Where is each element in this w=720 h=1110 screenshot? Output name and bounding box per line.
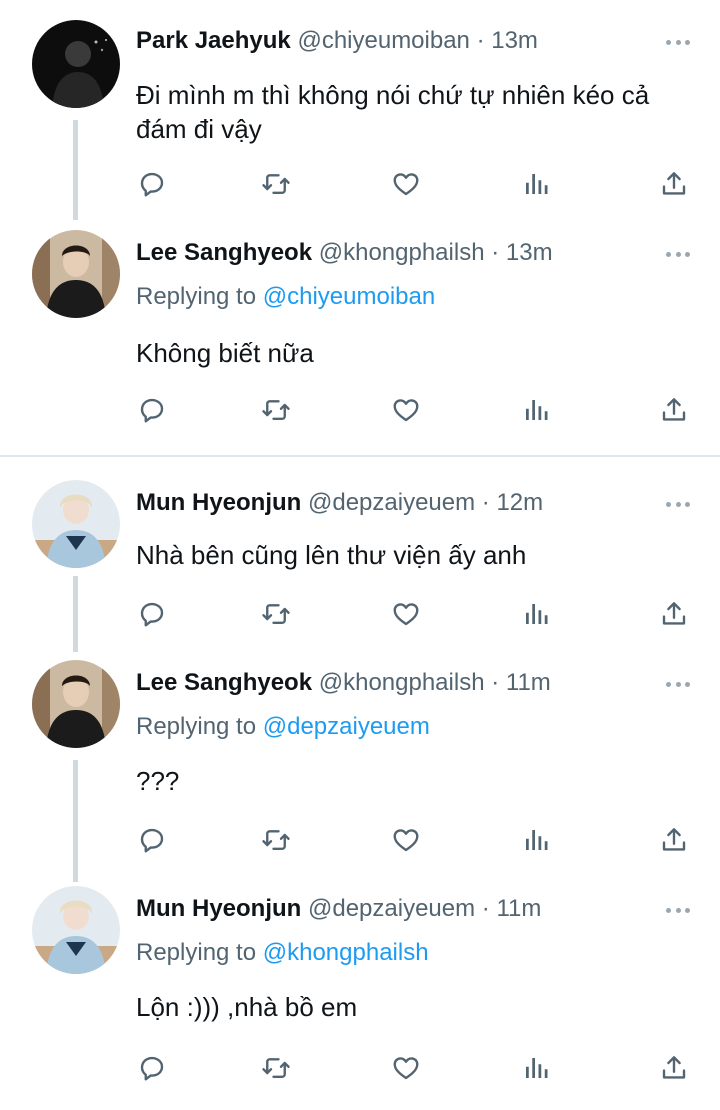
more-icon[interactable] [666,906,690,914]
like-icon[interactable] [390,824,422,856]
author-name[interactable]: Lee Sanghyeok [136,669,312,696]
share-icon[interactable] [658,1052,690,1084]
analytics-icon[interactable] [520,394,552,426]
avatar[interactable] [32,20,120,108]
retweet-icon[interactable] [260,168,292,200]
retweet-icon[interactable] [260,394,292,426]
avatar[interactable] [32,480,120,568]
author-handle-time[interactable]: @chiyeumoiban · 13m [297,27,537,54]
author-name[interactable]: Mun Hyeonjun [136,895,301,922]
like-icon[interactable] [390,394,422,426]
analytics-icon[interactable] [520,1052,552,1084]
more-icon[interactable] [666,680,690,688]
author-name[interactable]: Mun Hyeonjun [136,489,301,516]
tweet-actions [136,598,692,632]
divider [0,455,720,457]
share-icon[interactable] [658,394,690,426]
tweet-text: Không biết nữa [136,338,314,368]
analytics-icon[interactable] [520,598,552,630]
tweet-text: Nhà bên cũng lên thư viện ấy anh [136,540,527,570]
retweet-icon[interactable] [260,824,292,856]
share-icon[interactable] [658,598,690,630]
author-name[interactable]: Lee Sanghyeok [136,239,312,266]
tweet-text: ??? [136,766,180,796]
like-icon[interactable] [390,1052,422,1084]
author-handle-time[interactable]: @depzaiyeuem · 12m [308,489,543,516]
reply-icon[interactable] [136,598,168,630]
reply-icon[interactable] [136,1052,168,1084]
reply-icon[interactable] [136,824,168,856]
reply-icon[interactable] [136,168,168,200]
more-icon[interactable] [666,250,690,258]
more-icon[interactable] [666,38,690,46]
tweet[interactable]: Park Jaehyuk @chiyeumoiban · 13m Đi mình… [0,0,720,230]
replying-label: Replying to [136,713,263,740]
like-icon[interactable] [390,598,422,630]
author-handle-time[interactable]: @depzaiyeuem · 11m [308,895,541,922]
replying-to: Replying to @chiyeumoiban [136,282,435,312]
avatar[interactable] [32,886,120,974]
author-handle-time[interactable]: @khongphailsh · 11m [319,669,551,696]
author-handle-time[interactable]: @khongphailsh · 13m [319,239,553,266]
analytics-icon[interactable] [520,824,552,856]
tweet-text: Đi mình m thì không nói chứ tự nhiên kéo… [136,80,650,144]
tweet[interactable]: Lee Sanghyeok @khongphailsh · 13m Replyi… [0,230,720,456]
tweet-actions [136,394,692,428]
replying-label: Replying to [136,939,263,966]
analytics-icon[interactable] [520,168,552,200]
tweet[interactable]: Mun Hyeonjun @depzaiyeuem · 11m Replying… [0,886,720,1110]
avatar[interactable] [32,660,120,748]
tweet-actions [136,168,692,202]
reply-icon[interactable] [136,394,168,426]
tweet[interactable]: Lee Sanghyeok @khongphailsh · 11m Replyi… [0,660,720,880]
tweet-text: Lộn :))) ,nhà bồ em [136,992,358,1022]
retweet-icon[interactable] [260,598,292,630]
retweet-icon[interactable] [260,1052,292,1084]
avatar[interactable] [32,230,120,318]
share-icon[interactable] [658,168,690,200]
replying-to: Replying to @depzaiyeuem [136,712,430,742]
like-icon[interactable] [390,168,422,200]
replying-label: Replying to [136,283,263,310]
tweet-actions [136,1052,692,1086]
replying-handle-link[interactable]: @chiyeumoiban [263,283,435,310]
tweet[interactable]: Mun Hyeonjun @depzaiyeuem · 12m Nhà bên … [0,480,720,650]
tweet-actions [136,824,692,858]
author-name[interactable]: Park Jaehyuk [136,27,291,54]
replying-handle-link[interactable]: @khongphailsh [263,939,429,966]
replying-handle-link[interactable]: @depzaiyeuem [263,713,430,740]
replying-to: Replying to @khongphailsh [136,938,429,968]
more-icon[interactable] [666,500,690,508]
share-icon[interactable] [658,824,690,856]
